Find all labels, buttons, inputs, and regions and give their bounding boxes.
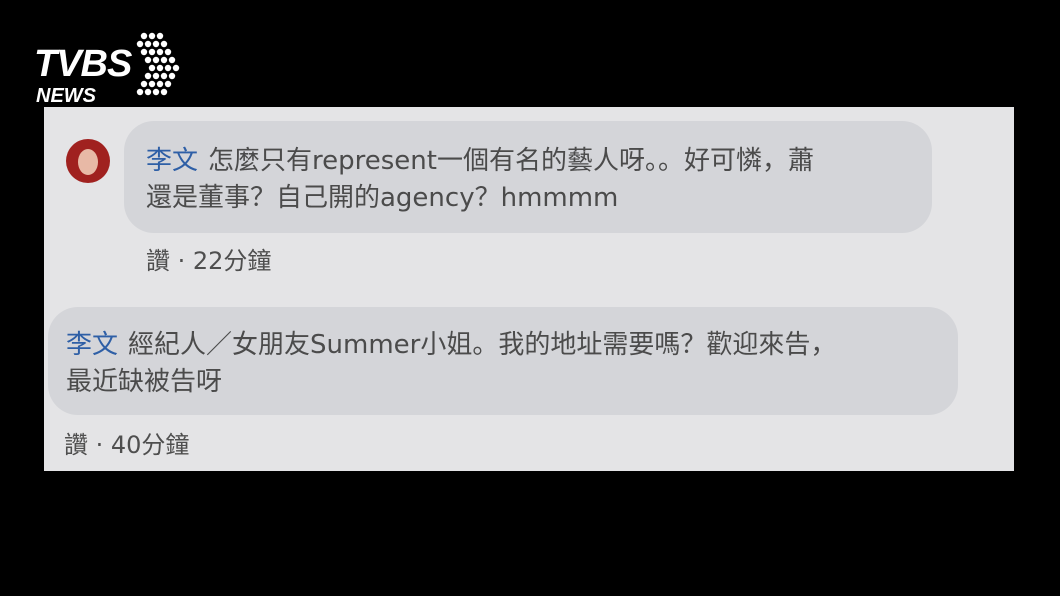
comment-line: 李文 怎麼只有represent一個有名的藝人呀。。好可憐，蕭: [146, 143, 932, 180]
comment-actions[interactable]: 讚 · 22分鐘: [146, 241, 271, 276]
logo-dots-icon: [136, 32, 180, 96]
comment-author-link[interactable]: 李文: [66, 330, 118, 360]
avatar-face: [78, 149, 98, 175]
comment-actions[interactable]: 讚 · 40分鐘: [64, 425, 189, 460]
avatar[interactable]: [66, 139, 110, 183]
comment-text: 怎麼只有represent一個有名的藝人呀。。好可憐，蕭: [208, 146, 814, 176]
comment-bubble: 李文 經紀人／女朋友Summer小姐。我的地址需要嗎？歡迎來告， 最近缺被告呀: [48, 307, 958, 415]
tvbs-news-logo: TVBS NEWS: [34, 30, 194, 110]
comment-line: 李文 經紀人／女朋友Summer小姐。我的地址需要嗎？歡迎來告，: [66, 327, 958, 364]
comment-text: 還是董事？自己開的agency？hmmmm: [146, 183, 619, 213]
comment-bubble: 李文 怎麼只有represent一個有名的藝人呀。。好可憐，蕭 還是董事？自己開的…: [124, 121, 932, 233]
logo-wordmark: TVBS: [34, 43, 132, 85]
logo-subtitle: NEWS: [36, 85, 96, 107]
comment-text: 經紀人／女朋友Summer小姐。我的地址需要嗎？歡迎來告，: [128, 330, 837, 360]
comments-screenshot-panel: 李文 怎麼只有represent一個有名的藝人呀。。好可憐，蕭 還是董事？自己開的…: [44, 107, 1014, 471]
comment-text: 最近缺被告呀: [66, 367, 223, 397]
comment-author-link[interactable]: 李文: [146, 146, 198, 176]
